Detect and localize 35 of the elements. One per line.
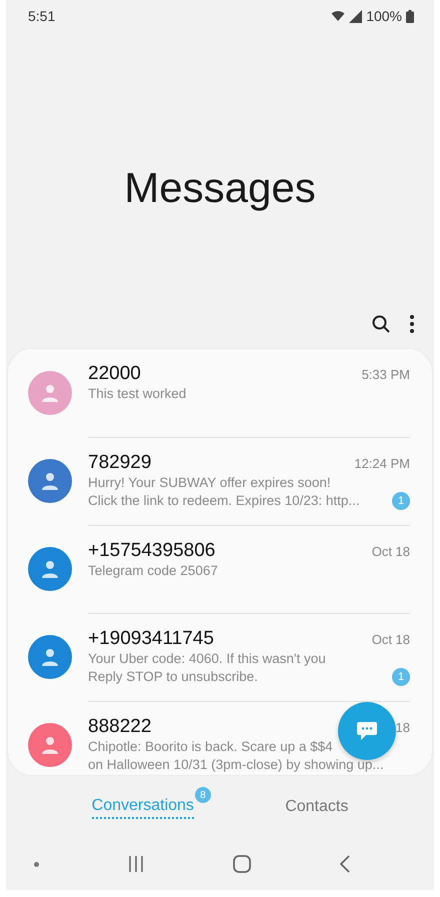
message-preview: This test worked (88, 385, 186, 403)
message-preview: Click the link to redeem. Expires 10/23: http... (88, 492, 360, 510)
message-preview: Telegram code 25067 (88, 562, 218, 580)
contact-name: +19093411745 (88, 628, 214, 650)
search-icon[interactable] (372, 315, 390, 333)
signal-icon (349, 10, 362, 22)
status-time: 5:51 (28, 8, 56, 24)
home-icon[interactable] (233, 855, 251, 873)
more-options-icon[interactable] (410, 315, 414, 333)
recent-apps-icon[interactable] (128, 856, 144, 872)
message-time: Oct 18 (372, 632, 410, 647)
tab-badge: 8 (194, 787, 211, 803)
contact-name: 888222 (88, 716, 152, 738)
message-time: 18 (396, 720, 410, 735)
tab[interactable]: Contacts (285, 795, 348, 819)
dot-icon (34, 862, 39, 866)
battery-icon (406, 10, 414, 22)
chat-icon (356, 721, 378, 741)
message-preview: Reply STOP to unsubscribe. (88, 668, 259, 686)
battery-level: 100% (366, 8, 402, 24)
message-preview: Hurry! Your SUBWAY offer expires soon! (88, 474, 332, 492)
contact-name: +15754395806 (88, 540, 216, 562)
message-preview: on Halloween 10/31 (3pm-close) by showing up... (88, 756, 384, 774)
contact-name: 22000 (88, 363, 141, 385)
message-preview: Chipotle: Boorito is back. Scare up a $$4 (88, 738, 334, 756)
wifi-icon (331, 10, 346, 22)
unread-count: 1 (392, 492, 410, 510)
message-time: 5:33 PM (362, 367, 410, 382)
message-time: Oct 18 (372, 544, 410, 559)
message-time: 12:24 PM (354, 456, 410, 471)
page-title: Messages (124, 164, 316, 212)
back-icon[interactable] (340, 855, 350, 873)
unread-count: 1 (392, 668, 410, 686)
contact-name: 782929 (88, 452, 152, 474)
message-preview: Your Uber code: 4060. If this wasn't you (88, 650, 326, 668)
